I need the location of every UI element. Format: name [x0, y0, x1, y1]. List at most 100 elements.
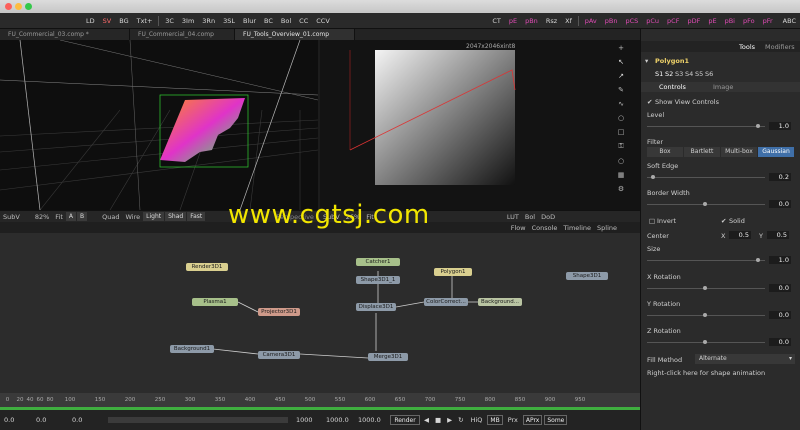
shape-tab-s5[interactable]: S5	[695, 70, 703, 78]
toolbar-item[interactable]: Bol	[277, 17, 295, 25]
shape-tab-s1[interactable]: S1	[655, 70, 663, 78]
node-camera3d[interactable]: Camera3D1	[258, 351, 300, 359]
node-projector3d[interactable]: Projector3D1	[258, 308, 300, 316]
wire-button[interactable]: Wire	[123, 213, 144, 221]
y-rotation-value[interactable]: 0.0	[769, 311, 791, 319]
invert-checkbox[interactable]: □	[649, 217, 655, 225]
level-slider[interactable]	[647, 126, 765, 127]
shape-tab-s4[interactable]: S4	[685, 70, 693, 78]
tab-tools[interactable]: Tools	[739, 43, 755, 51]
center-x-value[interactable]: 0.5	[729, 231, 751, 239]
toolbar-item[interactable]: BC	[260, 17, 277, 25]
current-time[interactable]: 0.0	[0, 416, 32, 424]
filter-gaussian-button[interactable]: Gaussian	[758, 147, 794, 157]
ellipse-icon[interactable]: ○	[618, 157, 624, 165]
toolbar-item[interactable]: pE	[704, 17, 720, 25]
global-end-time[interactable]: 1000.0	[322, 416, 354, 424]
filter-multibox-button[interactable]: Multi-box	[721, 147, 757, 157]
node-catcher[interactable]: Catcher1	[356, 258, 400, 266]
toolbar-item[interactable]: pFo	[739, 17, 759, 25]
node-render3d[interactable]: Render3D1	[186, 263, 228, 271]
toolbar-item[interactable]: Txt+	[133, 17, 157, 25]
node-polygon[interactable]: Polygon1	[434, 268, 472, 276]
toolbar-item[interactable]: BG	[115, 17, 132, 25]
toolbar-item[interactable]: 3Im	[178, 17, 198, 25]
pen-icon[interactable]: ✎	[618, 86, 624, 94]
tab-timeline[interactable]: Timeline	[560, 224, 594, 232]
shape-tab-s2[interactable]: S2	[665, 70, 673, 78]
collapse-chevron-icon[interactable]: ▾	[645, 57, 648, 65]
node-displace3d[interactable]: Displace3D1	[356, 303, 396, 311]
node-merge3d[interactable]: Merge3D1	[368, 353, 408, 361]
lock-icon[interactable]: ⚿	[618, 142, 623, 151]
selective-update-button[interactable]: Some	[544, 415, 568, 425]
toolbar-item[interactable]: pDF	[683, 17, 704, 25]
soft-edge-value[interactable]: 0.2	[769, 173, 791, 181]
toolbar-item[interactable]: 3C	[161, 17, 178, 25]
tab-tools-overview[interactable]: FU_Tools_Overview_01.comp	[235, 29, 355, 40]
show-view-checkbox[interactable]: ✔	[647, 98, 652, 106]
toolbar-item[interactable]: pCS	[621, 17, 642, 25]
viewer-3d-left[interactable]	[0, 40, 318, 210]
size-value[interactable]: 1.0	[769, 256, 791, 264]
dod-button[interactable]: DoD	[538, 213, 558, 221]
close-window-button[interactable]	[5, 3, 12, 10]
fit-button[interactable]: Fit	[52, 213, 66, 221]
z-rotation-value[interactable]: 0.0	[769, 338, 791, 346]
toolbar-item[interactable]: Xf	[561, 17, 576, 25]
node-colorcorrector[interactable]: ColorCorrect...	[424, 298, 468, 306]
a-buffer-button[interactable]: A	[65, 212, 77, 221]
soft-edge-slider[interactable]	[647, 177, 765, 178]
render-end-time[interactable]: 1000	[292, 416, 322, 424]
select-arrow-icon[interactable]: ↗	[618, 72, 624, 80]
toolbar-item[interactable]: 3SL	[219, 17, 239, 25]
toolbar-item[interactable]: pCF	[663, 17, 683, 25]
ellipse-icon[interactable]: ○	[618, 114, 624, 122]
toolbar-item[interactable]: pE	[505, 17, 521, 25]
toolbar-item[interactable]: SV	[99, 17, 116, 25]
node-plasma[interactable]: Plasma1	[192, 298, 238, 306]
shape-tab-s6[interactable]: S6	[705, 70, 713, 78]
toolbar-item[interactable]: pCu	[642, 17, 663, 25]
toolbar-item[interactable]: CCV	[312, 17, 334, 25]
size-slider[interactable]	[647, 260, 765, 261]
tab-spline[interactable]: Spline	[594, 224, 620, 232]
zoom-window-button[interactable]	[25, 3, 32, 10]
render-start-time[interactable]: 0.0	[68, 416, 104, 424]
toolbar-item[interactable]: pBn	[601, 17, 622, 25]
light-button[interactable]: Light	[143, 212, 165, 221]
tab-flow[interactable]: Flow	[508, 224, 529, 232]
grid-icon[interactable]: ▦	[618, 171, 625, 179]
subview-button[interactable]: SubV	[0, 213, 23, 221]
fast-button[interactable]: Fast	[187, 212, 206, 221]
settings-icon[interactable]: ⚙	[618, 185, 624, 193]
stop-icon[interactable]: ■	[432, 416, 444, 424]
solid-checkbox[interactable]: ✔	[721, 217, 726, 225]
add-point-icon[interactable]: +	[618, 44, 624, 52]
tab-image[interactable]: Image	[713, 83, 733, 91]
level-value[interactable]: 1.0	[769, 122, 791, 130]
node-background-2[interactable]: Background...	[478, 298, 522, 306]
node-shape3d-1-1[interactable]: Shape3D1_1	[356, 276, 400, 284]
border-width-value[interactable]: 0.0	[769, 200, 791, 208]
shape-animation-hint[interactable]: Right-click here for shape animation	[647, 369, 765, 377]
tab-console[interactable]: Console	[529, 224, 561, 232]
filter-box-button[interactable]: Box	[647, 147, 683, 157]
quad-button[interactable]: Quad	[88, 213, 122, 221]
toolbar-item[interactable]: pBn	[521, 17, 542, 25]
toolbar-item[interactable]: pBi	[721, 17, 739, 25]
tab-comp-03[interactable]: FU_Commercial_03.comp *	[0, 29, 130, 40]
timeline-scrubber[interactable]	[108, 417, 288, 423]
viewer-2d-right[interactable]: 2047x2046xint8 + ↖ ↗ ✎ ∿ ○ □ ⚿ ○ ▦ ⚙	[320, 40, 640, 210]
x-rotation-value[interactable]: 0.0	[769, 284, 791, 292]
toolbar-overflow-label[interactable]: ABC	[779, 17, 800, 25]
toolbar-item[interactable]: CT	[488, 17, 505, 25]
b-buffer-button[interactable]: B	[77, 212, 88, 221]
fill-method-dropdown[interactable]: Alternate ▾	[695, 354, 795, 364]
roi-button[interactable]: Bol	[522, 213, 538, 221]
hiq-button[interactable]: HiQ	[467, 416, 487, 424]
toolbar-item[interactable]: Blur	[239, 17, 260, 25]
toolbar-item[interactable]: LD	[82, 17, 99, 25]
toolbar-item[interactable]: pFr	[759, 17, 777, 25]
tab-controls[interactable]: Controls	[659, 83, 686, 91]
